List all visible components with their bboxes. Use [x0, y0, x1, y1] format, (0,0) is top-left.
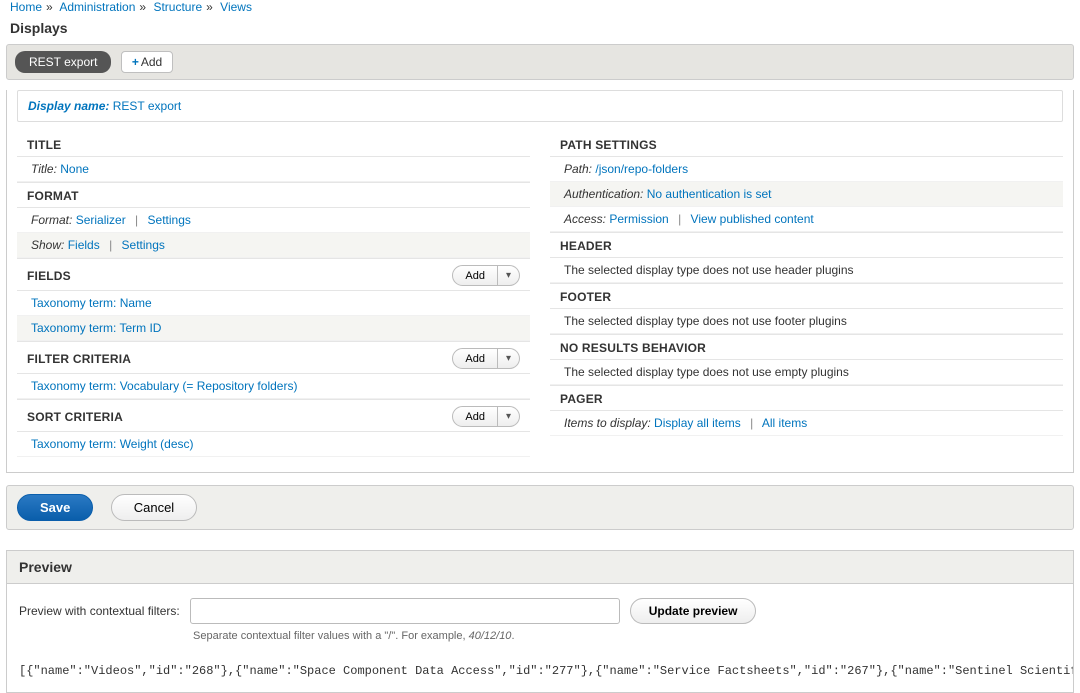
- format-value[interactable]: Serializer: [76, 213, 126, 227]
- title-row: Title: None: [17, 157, 530, 182]
- section-pager: PAGER: [550, 385, 1063, 411]
- preview-label: Preview with contextual filters:: [19, 604, 180, 618]
- breadcrumb-structure[interactable]: Structure: [153, 0, 202, 14]
- filter-item: Taxonomy term: Vocabulary (= Repository …: [17, 374, 530, 399]
- noresults-text: The selected display type does not use e…: [550, 360, 1063, 385]
- update-preview-button[interactable]: Update preview: [630, 598, 757, 624]
- display-name-value[interactable]: REST export: [113, 99, 181, 113]
- field-item: Taxonomy term: Name: [17, 291, 530, 316]
- save-button[interactable]: Save: [17, 494, 93, 521]
- left-column: TITLE Title: None FORMAT Format: Seriali…: [7, 132, 540, 457]
- breadcrumb-views[interactable]: Views: [220, 0, 252, 14]
- section-noresults: NO RESULTS BEHAVIOR: [550, 334, 1063, 360]
- title-value[interactable]: None: [60, 162, 89, 176]
- config-panel: Display name: REST export TITLE Title: N…: [6, 90, 1074, 473]
- sort-link[interactable]: Taxonomy term: Weight (desc): [31, 437, 194, 451]
- cancel-button[interactable]: Cancel: [111, 494, 197, 521]
- show-label: Show:: [31, 238, 64, 252]
- format-row: Format: Serializer | Settings: [17, 208, 530, 233]
- access-extra[interactable]: View published content: [691, 212, 814, 226]
- header-text: The selected display type does not use h…: [550, 258, 1063, 283]
- sort-dropdown[interactable]: [498, 406, 520, 427]
- json-output: [{"name":"Videos","id":"268"},{"name":"S…: [7, 650, 1073, 692]
- preview-heading: Preview: [7, 551, 1073, 584]
- preview-hint: Separate contextual filter values with a…: [19, 624, 1061, 642]
- pager-label: Items to display:: [564, 416, 651, 430]
- breadcrumb: Home» Administration» Structure» Views: [0, 0, 1080, 20]
- pager-extra[interactable]: All items: [762, 416, 807, 430]
- section-fields: FIELDS Add: [17, 258, 530, 291]
- title-label: Title:: [31, 162, 57, 176]
- section-footer-plugins: FOOTER: [550, 283, 1063, 309]
- field-link[interactable]: Taxonomy term: Term ID: [31, 321, 161, 335]
- auth-value[interactable]: No authentication is set: [647, 187, 772, 201]
- sort-item: Taxonomy term: Weight (desc): [17, 432, 530, 457]
- displays-heading: Displays: [0, 20, 1080, 44]
- section-path: PATH SETTINGS: [550, 132, 1063, 157]
- plus-icon: +: [132, 55, 139, 69]
- breadcrumb-home[interactable]: Home: [10, 0, 42, 14]
- preview-box: Preview Preview with contextual filters:…: [6, 550, 1074, 693]
- pager-value[interactable]: Display all items: [654, 416, 741, 430]
- show-value[interactable]: Fields: [68, 238, 100, 252]
- fields-add-button[interactable]: Add: [452, 265, 498, 286]
- show-row: Show: Fields | Settings: [17, 233, 530, 258]
- display-name-label[interactable]: Display name:: [28, 99, 109, 113]
- tab-rest-export[interactable]: REST export: [15, 51, 111, 73]
- field-item: Taxonomy term: Term ID: [17, 316, 530, 341]
- action-bar: Save Cancel: [6, 485, 1074, 530]
- fields-dropdown[interactable]: [498, 265, 520, 286]
- format-label: Format:: [31, 213, 72, 227]
- filter-add-button[interactable]: Add: [452, 348, 498, 369]
- preview-input[interactable]: [190, 598, 620, 624]
- filter-dropdown[interactable]: [498, 348, 520, 369]
- display-name-row: Display name: REST export: [17, 90, 1063, 122]
- path-label: Path:: [564, 162, 592, 176]
- section-format: FORMAT: [17, 182, 530, 208]
- section-header-plugins: HEADER: [550, 232, 1063, 258]
- section-filter: FILTER CRITERIA Add: [17, 341, 530, 374]
- filter-link[interactable]: Taxonomy term: Vocabulary (= Repository …: [31, 379, 297, 393]
- show-settings[interactable]: Settings: [122, 238, 165, 252]
- add-display-button[interactable]: +Add: [121, 51, 173, 73]
- pager-row: Items to display: Display all items | Al…: [550, 411, 1063, 436]
- path-value[interactable]: /json/repo-folders: [595, 162, 688, 176]
- format-settings[interactable]: Settings: [148, 213, 191, 227]
- section-title: TITLE: [17, 132, 530, 157]
- section-sort: SORT CRITERIA Add: [17, 399, 530, 432]
- sort-add-button[interactable]: Add: [452, 406, 498, 427]
- access-label: Access:: [564, 212, 606, 226]
- field-link[interactable]: Taxonomy term: Name: [31, 296, 152, 310]
- footer-text: The selected display type does not use f…: [550, 309, 1063, 334]
- access-row: Access: Permission | View published cont…: [550, 207, 1063, 232]
- displays-bar: REST export +Add: [6, 44, 1074, 80]
- breadcrumb-admin[interactable]: Administration: [59, 0, 135, 14]
- path-row: Path: /json/repo-folders: [550, 157, 1063, 182]
- auth-label: Authentication:: [564, 187, 643, 201]
- auth-row: Authentication: No authentication is set: [550, 182, 1063, 207]
- right-column: PATH SETTINGS Path: /json/repo-folders A…: [540, 132, 1073, 457]
- access-value[interactable]: Permission: [609, 212, 668, 226]
